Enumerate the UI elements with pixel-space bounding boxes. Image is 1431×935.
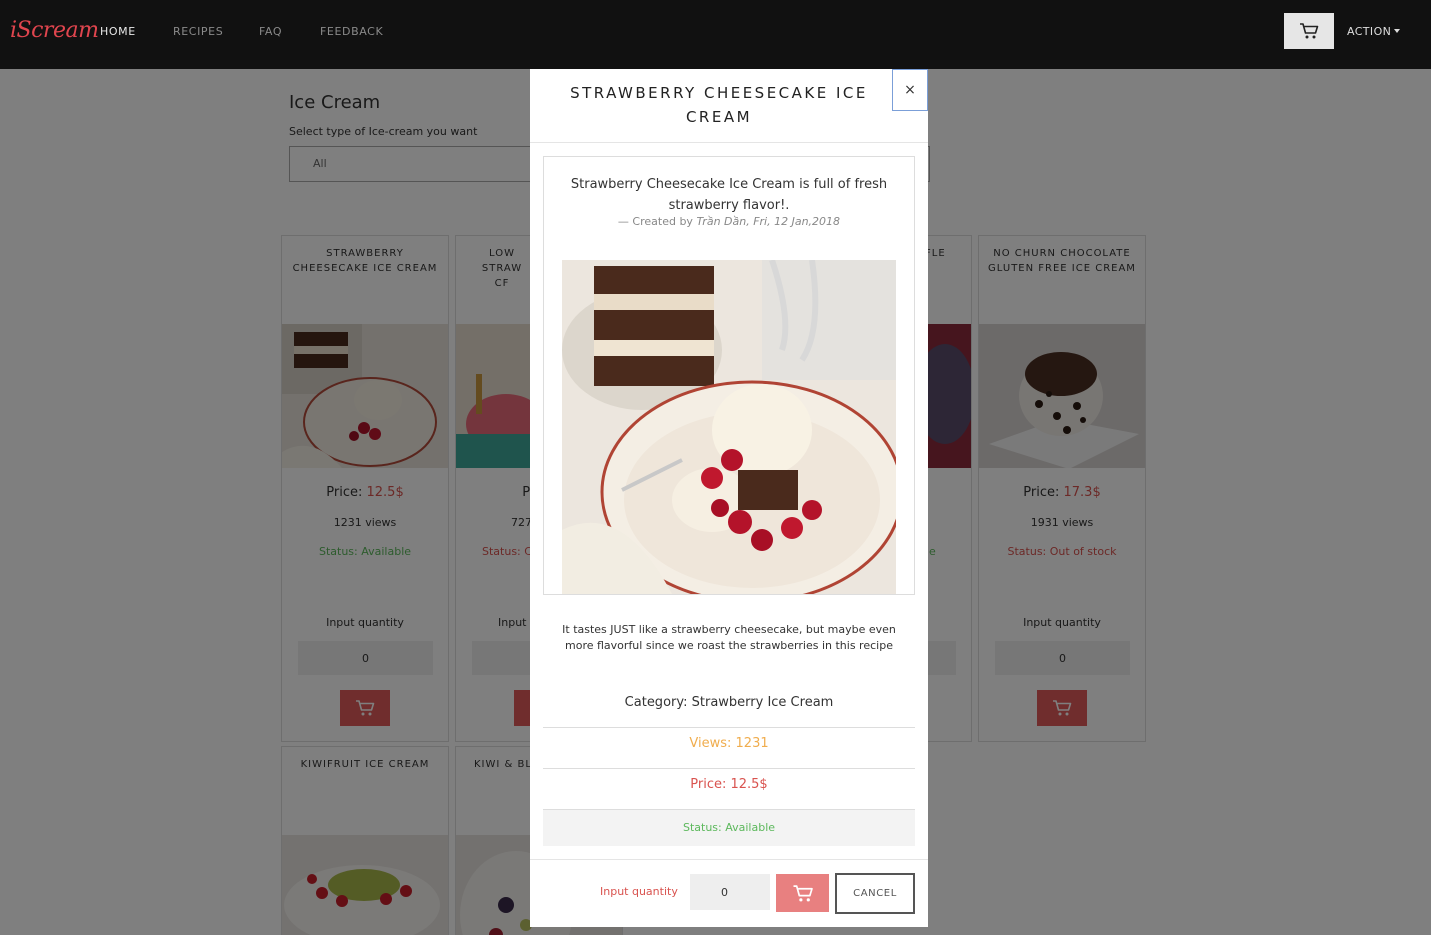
nav-home[interactable]: HOME <box>100 25 136 38</box>
nav-cart-button[interactable] <box>1284 13 1334 49</box>
modal-quantity-input[interactable]: 0 <box>690 874 770 910</box>
cancel-button[interactable]: CANCEL <box>835 873 915 914</box>
nav-recipes[interactable]: RECIPES <box>173 25 223 38</box>
modal-quantity-label: Input quantity <box>600 885 678 898</box>
product-price: Price: 12.5$ <box>543 777 915 810</box>
author-name: Trần Dần, Fri, 12 Jan,2018 <box>696 215 841 228</box>
quote-text: Strawberry Cheesecake Ice Cream is full … <box>570 177 888 213</box>
modal-footer-divider <box>530 859 928 860</box>
brand-logo[interactable]: iScream <box>10 18 99 43</box>
cart-icon <box>1300 23 1319 39</box>
navbar: iScream HOME RECIPES FAQ FEEDBACK ACTION <box>0 0 1431 69</box>
modal-header-divider <box>530 142 928 143</box>
product-quote: Strawberry Cheesecake Ice Cream is full … <box>543 156 915 595</box>
quote-footer: — Created by Trần Dần, Fri, 12 Jan,2018 <box>617 215 841 228</box>
product-image <box>562 260 896 594</box>
product-category: Category: Strawberry Ice Cream <box>543 695 915 728</box>
action-label: ACTION <box>1347 25 1392 38</box>
nav-faq[interactable]: FAQ <box>259 25 282 38</box>
modal-add-to-cart-button[interactable] <box>776 874 829 912</box>
action-dropdown[interactable]: ACTION <box>1347 25 1401 38</box>
product-description: It tastes JUST like a strawberry cheesec… <box>562 623 896 652</box>
product-modal: STRAWBERRY CHEESECAKE ICE CREAM × Strawb… <box>530 69 928 927</box>
cart-icon <box>793 884 813 901</box>
close-icon[interactable]: × <box>892 69 928 111</box>
modal-title: STRAWBERRY CHEESECAKE ICE CREAM <box>570 84 868 126</box>
nav-feedback[interactable]: FEEDBACK <box>320 25 383 38</box>
product-views: Views: 1231 <box>543 736 915 769</box>
product-status: Status: Available <box>543 810 915 846</box>
caret-down-icon <box>1394 29 1401 33</box>
